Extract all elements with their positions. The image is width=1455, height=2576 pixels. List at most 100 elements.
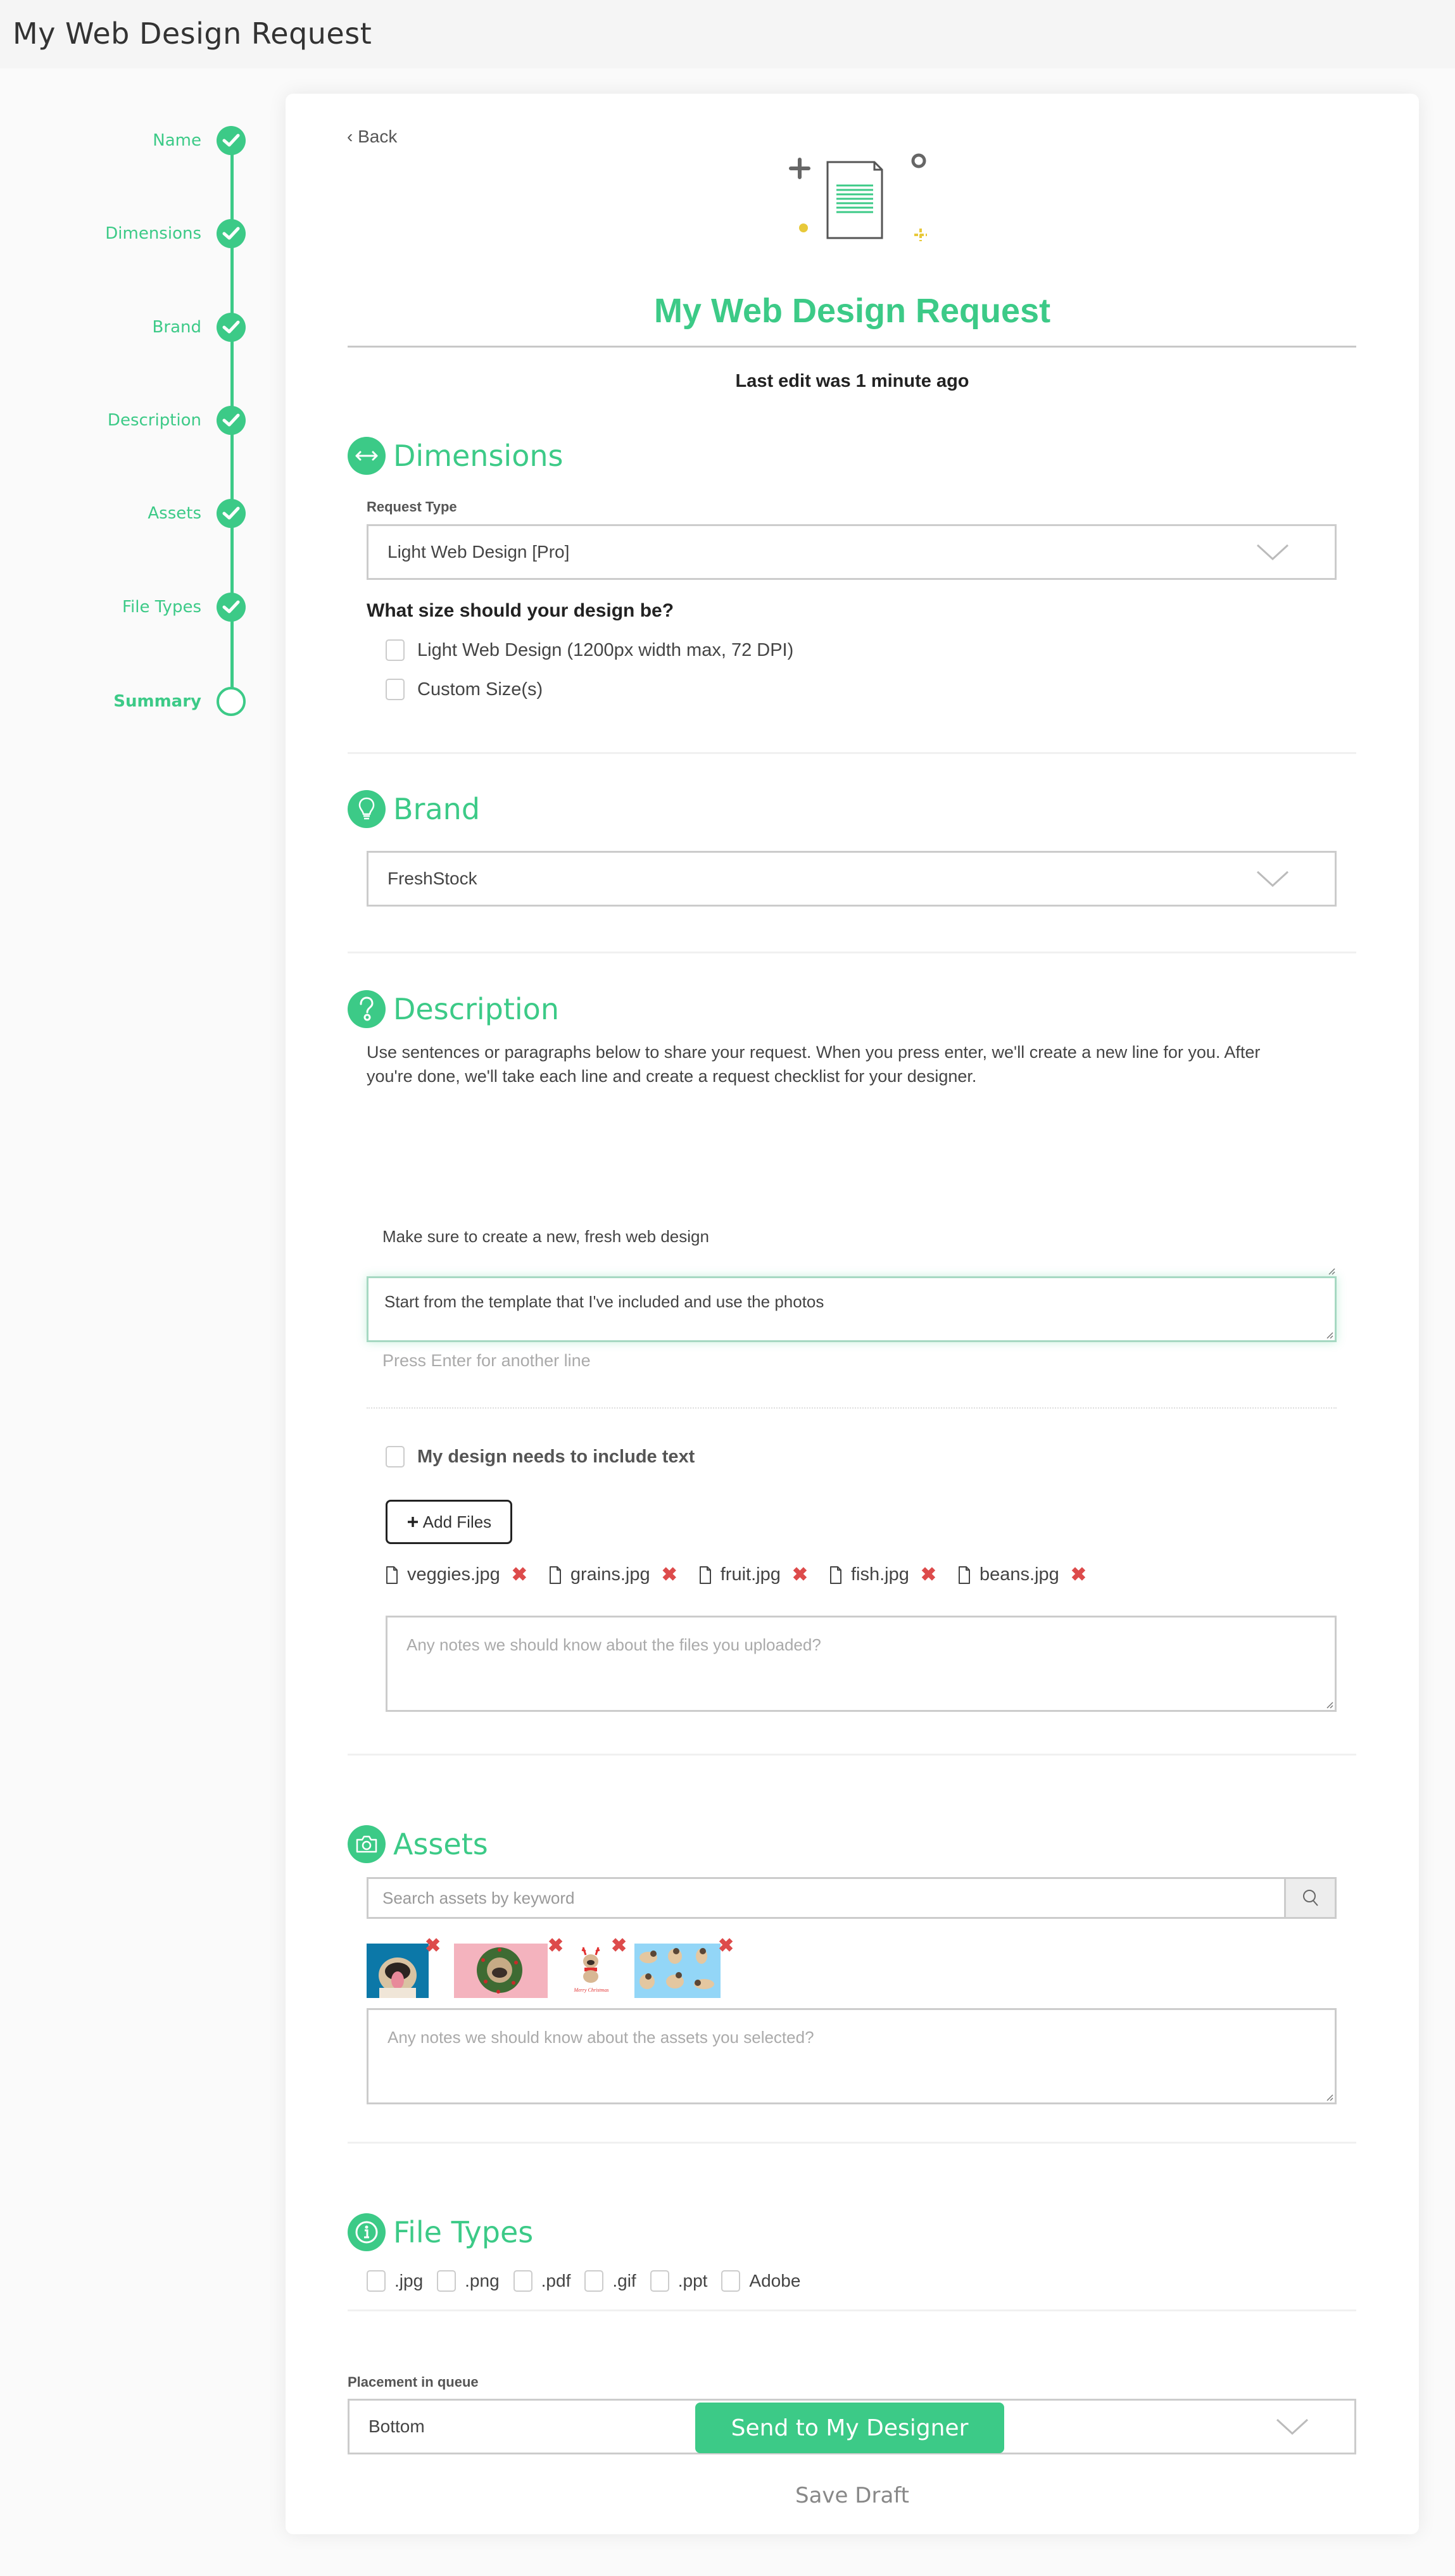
checkbox-label: .pdf bbox=[541, 2271, 571, 2290]
section-divider bbox=[348, 2142, 1356, 2144]
remove-file-icon[interactable]: ✖ bbox=[792, 1564, 808, 1586]
step-label: Assets bbox=[148, 504, 201, 523]
brand-select[interactable]: FreshStock bbox=[367, 851, 1337, 907]
empty-circle-icon bbox=[217, 687, 246, 716]
title-divider bbox=[348, 346, 1356, 348]
file-type-ppt[interactable]: .ppt bbox=[650, 2270, 707, 2292]
brand-value: FreshStock bbox=[387, 869, 477, 888]
pug-wreath-image bbox=[454, 1944, 548, 1998]
checkbox[interactable] bbox=[650, 2270, 669, 2292]
save-draft-link[interactable]: Save Draft bbox=[286, 2483, 1419, 2508]
arrows-horizontal-icon bbox=[348, 437, 386, 475]
checkbox[interactable] bbox=[386, 1446, 405, 1467]
add-files-button[interactable]: Add Files bbox=[386, 1500, 512, 1544]
file-type-png[interactable]: .png bbox=[437, 2270, 500, 2292]
request-title: My Web Design Request bbox=[653, 292, 1051, 330]
placeholder: Any notes we should know about the asset… bbox=[387, 2028, 814, 2047]
check-icon bbox=[217, 593, 246, 622]
size-option-custom[interactable]: Custom Size(s) bbox=[386, 679, 543, 700]
remove-asset-icon[interactable]: ✖ bbox=[718, 1935, 734, 1957]
checkbox[interactable] bbox=[367, 2270, 386, 2292]
file-name: grains.jpg bbox=[570, 1564, 650, 1585]
checkbox-label: .png bbox=[465, 2271, 500, 2290]
size-option-light-web[interactable]: Light Web Design (1200px width max, 72 D… bbox=[386, 639, 793, 661]
step-description[interactable]: Description bbox=[0, 405, 266, 435]
step-label: Name bbox=[153, 131, 201, 150]
file-type-options: .jpg .png .pdf .gif .ppt Adobe bbox=[367, 2270, 814, 2292]
step-dimensions[interactable]: Dimensions bbox=[0, 218, 266, 248]
asset-search-input[interactable]: Search assets by keyword bbox=[368, 1879, 1284, 1917]
file-icon bbox=[959, 1566, 971, 1584]
resize-handle-icon[interactable] bbox=[1325, 1330, 1333, 1339]
section-title: File Types bbox=[393, 2215, 534, 2249]
chevron-down-icon bbox=[1256, 544, 1289, 561]
request-type-label: Request Type bbox=[367, 499, 457, 515]
brand-section-header: Brand bbox=[348, 790, 480, 828]
file-type-gif[interactable]: .gif bbox=[584, 2270, 636, 2292]
file-item: veggies.jpg ✖ bbox=[386, 1564, 527, 1586]
step-summary[interactable]: Summary bbox=[0, 686, 266, 716]
section-divider bbox=[348, 2309, 1356, 2311]
step-label: Dimensions bbox=[105, 224, 201, 243]
step-brand[interactable]: Brand bbox=[0, 311, 266, 342]
remove-file-icon[interactable]: ✖ bbox=[512, 1564, 527, 1586]
pug-illustrations-image bbox=[634, 1944, 721, 1998]
resize-handle-icon[interactable] bbox=[1326, 1266, 1335, 1275]
resize-handle-icon[interactable] bbox=[1325, 2092, 1333, 2101]
uploaded-files-list: veggies.jpg ✖ grains.jpg ✖ fruit.jpg ✖ f… bbox=[386, 1564, 1108, 1586]
checkbox[interactable] bbox=[437, 2270, 457, 2292]
remove-file-icon[interactable]: ✖ bbox=[1071, 1564, 1087, 1586]
file-type-adobe[interactable]: Adobe bbox=[721, 2270, 800, 2292]
remove-asset-icon[interactable]: ✖ bbox=[548, 1935, 564, 1957]
files-notes-textarea[interactable]: Any notes we should know about the files… bbox=[386, 1616, 1337, 1712]
checkbox[interactable] bbox=[584, 2270, 604, 2292]
file-name: veggies.jpg bbox=[407, 1564, 500, 1585]
file-type-jpg[interactable]: .jpg bbox=[367, 2270, 423, 2292]
description-line-input[interactable]: Make sure to create a new, fresh web des… bbox=[367, 1213, 1337, 1276]
step-name[interactable]: Name bbox=[0, 125, 266, 155]
file-item: fruit.jpg ✖ bbox=[699, 1564, 808, 1586]
placeholder: Search assets by keyword bbox=[382, 1888, 575, 1907]
search-button[interactable] bbox=[1284, 1879, 1335, 1917]
back-link[interactable]: ‹ Back bbox=[347, 127, 397, 147]
include-text-option[interactable]: My design needs to include text bbox=[386, 1446, 695, 1467]
chevron-down-icon bbox=[1256, 870, 1289, 888]
camera-icon bbox=[348, 1825, 386, 1863]
file-name: beans.jpg bbox=[979, 1564, 1059, 1585]
remove-file-icon[interactable]: ✖ bbox=[662, 1564, 677, 1586]
assets-notes-textarea[interactable]: Any notes we should know about the asset… bbox=[367, 2008, 1337, 2104]
file-item: beans.jpg ✖ bbox=[958, 1564, 1087, 1586]
checkbox-label: Light Web Design (1200px width max, 72 D… bbox=[417, 639, 794, 660]
assets-section-header: Assets bbox=[348, 1825, 488, 1863]
request-type-select[interactable]: Light Web Design [Pro] bbox=[367, 524, 1337, 580]
description-instructions: Use sentences or paragraphs below to sha… bbox=[367, 1043, 1261, 1086]
question-icon bbox=[348, 990, 386, 1028]
remove-asset-icon[interactable]: ✖ bbox=[425, 1935, 441, 1957]
resize-handle-icon[interactable] bbox=[1325, 1700, 1333, 1709]
step-assets[interactable]: Assets bbox=[0, 498, 266, 528]
last-edit-status: Last edit was 1 minute ago bbox=[735, 371, 969, 391]
asset-thumbnail[interactable]: ✖ bbox=[634, 1935, 734, 1998]
remove-file-icon[interactable]: ✖ bbox=[921, 1564, 936, 1586]
file-type-pdf[interactable]: .pdf bbox=[513, 2270, 571, 2292]
checkbox[interactable] bbox=[386, 679, 405, 700]
line-text: Make sure to create a new, fresh web des… bbox=[382, 1227, 709, 1246]
add-files-label: Add Files bbox=[422, 1512, 492, 1531]
remove-asset-icon[interactable]: ✖ bbox=[611, 1935, 627, 1957]
checkbox[interactable] bbox=[513, 2270, 532, 2292]
asset-thumbnail[interactable]: Merry Christmas ✖ bbox=[569, 1935, 627, 1998]
file-icon bbox=[386, 1566, 398, 1584]
section-title: Brand bbox=[393, 792, 481, 826]
description-line-input-active[interactable]: Start from the template that I've includ… bbox=[367, 1276, 1337, 1342]
step-file-types[interactable]: File Types bbox=[0, 591, 266, 622]
step-label: Summary bbox=[113, 692, 201, 711]
check-icon bbox=[217, 406, 246, 435]
next-line-placeholder[interactable]: Press Enter for another line bbox=[382, 1351, 591, 1371]
asset-thumbnail[interactable]: ✖ bbox=[454, 1935, 564, 1998]
checkbox[interactable] bbox=[721, 2270, 741, 2292]
checkbox[interactable] bbox=[386, 639, 405, 661]
size-question: What size should your design be? bbox=[367, 600, 674, 621]
section-title: Dimensions bbox=[393, 439, 564, 473]
send-to-designer-button[interactable]: Send to My Designer bbox=[695, 2403, 1004, 2453]
asset-thumbnail[interactable]: ✖ bbox=[367, 1935, 441, 1998]
